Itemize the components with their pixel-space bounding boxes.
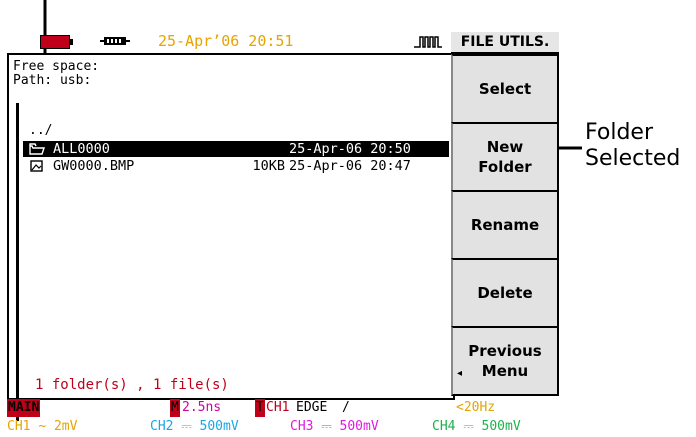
battery-icon: [40, 35, 73, 49]
file-date: 25-Apr-06 20:50: [289, 141, 411, 157]
softkey-menu: FILE UTILS. Select New Folder Rename Del…: [451, 32, 559, 396]
new-folder-button[interactable]: New Folder: [451, 122, 559, 192]
file-date: 25-Apr-06 20:47: [289, 158, 411, 174]
dc-coupling-icon: ⎓: [181, 419, 192, 434]
tree-line: [16, 103, 19, 421]
select-button-label: Select: [478, 80, 532, 98]
delete-button[interactable]: Delete: [451, 258, 559, 328]
usb-icon: [100, 37, 130, 45]
rename-button[interactable]: Rename: [451, 190, 559, 260]
folder-icon: [29, 143, 45, 155]
timebase-info-row: MAIN M 2.5ns T CH1 EDGE / <20Hz: [0, 399, 560, 417]
annotation-label-line2: Selected: [585, 146, 681, 171]
t-marker: T: [255, 399, 265, 417]
chevron-left-icon: ◂: [457, 368, 463, 379]
ch4-value: 500mV: [481, 419, 521, 434]
trigger-source: CH1: [266, 400, 290, 415]
parent-directory-item[interactable]: ../: [29, 123, 52, 138]
ch4-label: CH4: [432, 419, 456, 434]
file-size: 10KB: [252, 158, 285, 174]
file-name: GW0000.BMP: [53, 158, 135, 174]
m-marker: M: [170, 399, 180, 417]
previous-menu-label-line1: Previous: [468, 342, 542, 360]
ch3-label: CH3: [290, 419, 314, 434]
new-folder-label-line1: New: [486, 138, 524, 156]
frequency-readout: <20Hz: [456, 400, 496, 415]
file-row[interactable]: GW0000.BMP 10KB 25-Apr-06 20:47: [23, 158, 449, 174]
dc-coupling-icon: ⎓: [321, 419, 332, 434]
ac-coupling-icon: ~: [38, 419, 47, 434]
previous-menu-label-line2: Menu: [481, 362, 529, 380]
ch2-readout: CH2 ⎓ 500mV: [150, 418, 239, 436]
file-name: ALL0000: [53, 141, 110, 157]
new-folder-label-line2: Folder: [478, 158, 532, 176]
mode-main-tag: MAIN: [7, 399, 41, 417]
select-button[interactable]: Select: [451, 54, 559, 124]
delete-button-label: Delete: [477, 284, 533, 302]
menu-title: FILE UTILS.: [451, 32, 559, 54]
ch1-readout: CH1 ~ 2mV: [7, 418, 77, 436]
ch3-readout: CH3 ⎓ 500mV: [290, 418, 379, 436]
image-file-icon: [30, 160, 43, 172]
rename-button-label: Rename: [470, 216, 540, 234]
ch4-readout: CH4 ⎓ 500mV: [432, 418, 521, 436]
ch1-value: 2mV: [53, 419, 78, 434]
ch2-label: CH2: [150, 419, 174, 434]
file-browser-panel: Free space: Path: usb: ../ ALL0000 25-Ap…: [7, 53, 455, 421]
channel-info-row: CH1 ~ 2mV CH2 ⎓ 500mV CH3 ⎓ 500mV CH4 ⎓ …: [0, 418, 560, 436]
annotation-label: Folder Selected: [585, 120, 680, 172]
previous-menu-button[interactable]: ◂ Previous Menu: [451, 326, 559, 396]
trigger-status-icon: [414, 36, 442, 48]
ch1-label: CH1: [7, 419, 31, 434]
trigger-slope-icon: /: [342, 400, 350, 415]
annotation-label-line1: Folder: [585, 120, 653, 145]
file-row-selected[interactable]: ALL0000 25-Apr-06 20:50: [23, 141, 449, 157]
status-datetime: 25-Apr’06 20:51: [158, 32, 294, 50]
timebase-value: 2.5ns: [182, 400, 222, 415]
trigger-type: EDGE: [296, 400, 328, 415]
ch2-value: 500mV: [199, 419, 239, 434]
ch3-value: 500mV: [339, 419, 379, 434]
path-label: Path: usb:: [13, 73, 92, 88]
file-count-summary: 1 folder(s) , 1 file(s): [35, 377, 229, 393]
free-space-label: Free space:: [13, 59, 100, 74]
dc-coupling-icon: ⎓: [463, 419, 474, 434]
